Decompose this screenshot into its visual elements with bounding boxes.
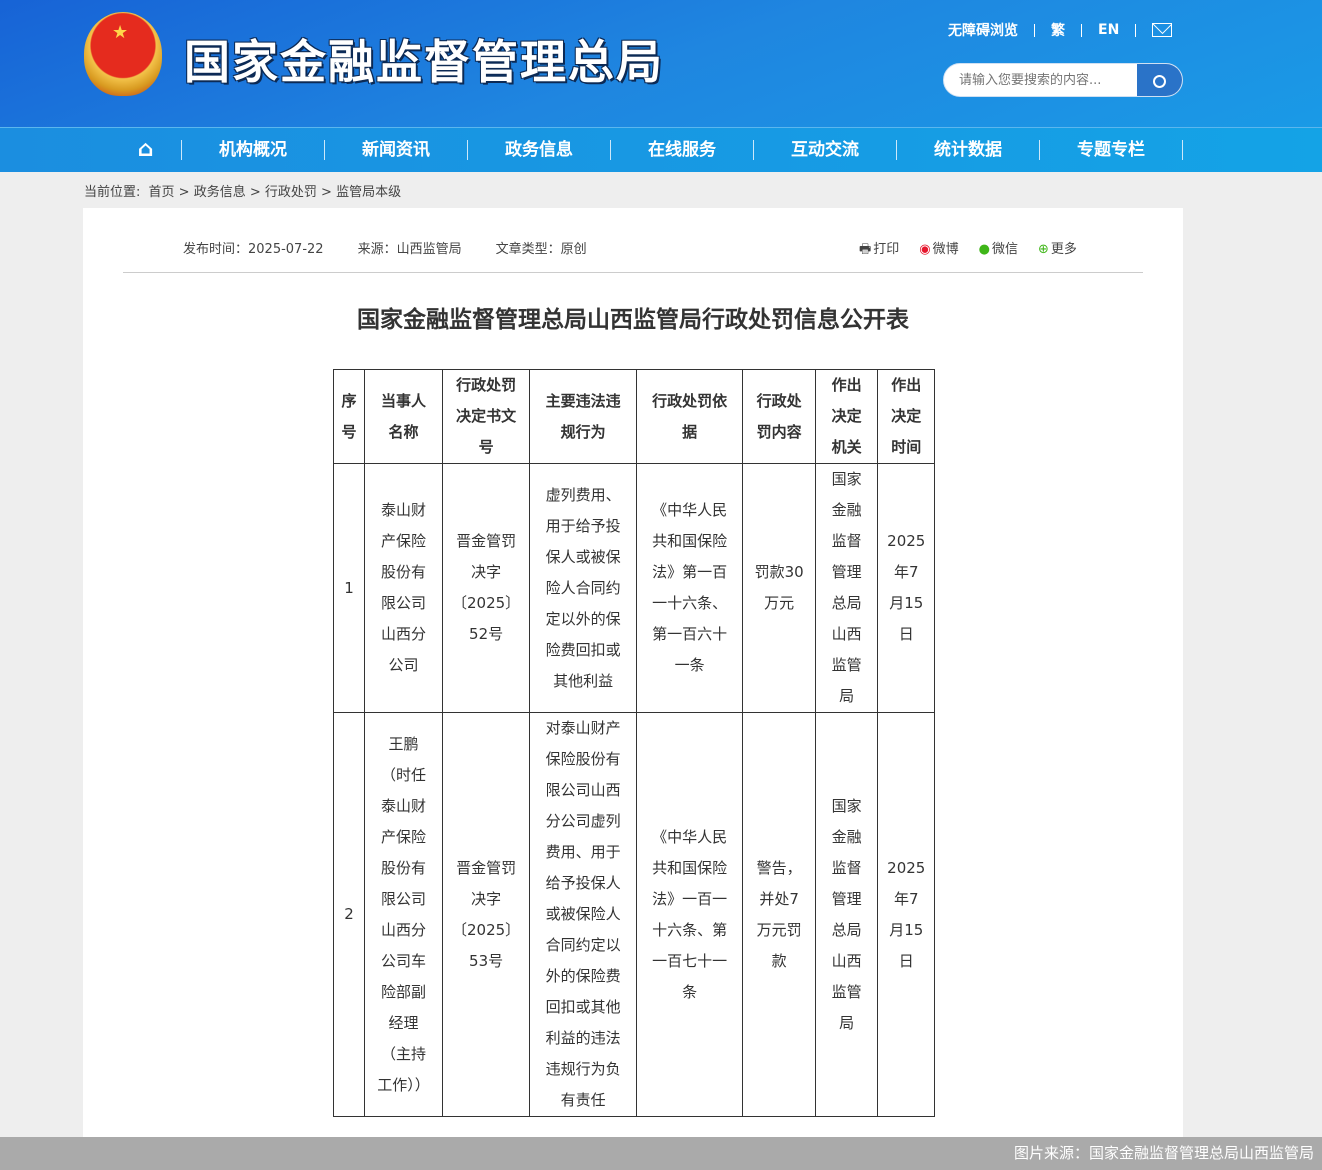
- source: 来源：山西监管局: [357, 242, 462, 257]
- article-title: 国家金融监督管理总局山西监管局行政处罚信息公开表: [357, 307, 909, 333]
- cell: 1: [333, 463, 365, 713]
- cell: 2: [333, 712, 365, 1117]
- penalty-table: 序号 当事人名称 行政处罚决定书文号 主要违法违规行为 行政处罚依据 行政处罚内…: [333, 369, 936, 1117]
- home-icon[interactable]: ⌂: [110, 139, 182, 161]
- cell: 晋金管罚决字〔2025〕52号: [441, 463, 531, 713]
- breadcrumb-item[interactable]: 监管局本级: [336, 185, 401, 200]
- wechat-icon: ●: [978, 242, 990, 257]
- search-box: [943, 63, 1183, 97]
- more-label: 更多: [1050, 242, 1077, 257]
- cell: 罚款30万元: [742, 463, 817, 713]
- nav-item[interactable]: 互动交流: [754, 140, 897, 160]
- nav-item[interactable]: 统计数据: [897, 140, 1040, 160]
- main-nav: ⌂ 机构概况 新闻资讯 政务信息 在线服务 互动交流 统计数据 专题专栏: [0, 127, 1322, 172]
- divider: [123, 272, 1143, 273]
- cell: 国家金融监督管理总局山西监管局: [815, 712, 879, 1117]
- search-input[interactable]: [944, 64, 1139, 96]
- article: 发布时间：2025-07-22 来源：山西监管局 文章类型：原创 🖶 打印 ◉ 微博…: [83, 208, 1183, 1170]
- site-title[interactable]: 国家金融监督管理总局: [184, 26, 664, 92]
- table-row: 1 泰山财产保险股份有限公司山西分公司 晋金管罚决字〔2025〕52号 虚列费用…: [333, 463, 936, 713]
- mail-icon[interactable]: [1152, 23, 1173, 37]
- more-button[interactable]: ⊕ 更多: [1038, 238, 1077, 262]
- cell: 警告，并处7万元罚款: [742, 712, 817, 1117]
- nav-item[interactable]: 专题专栏: [1040, 140, 1183, 160]
- table-row: 2 王鹏（时任泰山财产保险股份有限公司山西分公司车险部副经理（主持工作）） 晋金…: [333, 712, 936, 1117]
- nav-item[interactable]: 在线服务: [611, 140, 754, 160]
- breadcrumb-item[interactable]: 政务信息: [194, 185, 246, 200]
- cell: 2025年7月15日: [877, 712, 936, 1117]
- accessible-browse-link[interactable]: 无障碍浏览: [948, 20, 1018, 40]
- column-header: 行政处罚依据: [636, 369, 744, 464]
- article-type: 文章类型：原创: [495, 242, 587, 257]
- column-header: 序号: [333, 369, 365, 464]
- image-source-caption: 图片来源：国家金融监督管理总局山西监管局: [0, 1137, 1322, 1170]
- traditional-chinese-link[interactable]: 繁: [1051, 20, 1065, 40]
- column-header: 作出决定时间: [877, 369, 936, 464]
- nav-item[interactable]: 机构概况: [182, 140, 325, 160]
- share-bar: 🖶 打印 ◉ 微博 ● 微信 ⊕ 更多: [859, 238, 1077, 262]
- plus-icon: ⊕: [1038, 242, 1049, 257]
- national-emblem-logo: ★: [84, 12, 162, 96]
- cell: 泰山财产保险股份有限公司山西分公司: [364, 463, 443, 713]
- cell: 2025年7月15日: [877, 463, 936, 713]
- table-header-row: 序号 当事人名称 行政处罚决定书文号 主要违法违规行为 行政处罚依据 行政处罚内…: [333, 369, 936, 464]
- wechat-label: 微信: [992, 242, 1019, 257]
- site-header: ★ 国家金融监督管理总局 无障碍浏览 繁 EN: [0, 0, 1322, 127]
- breadcrumb-label: 当前位置:: [84, 185, 141, 200]
- weibo-label: 微博: [932, 242, 959, 257]
- nav-item[interactable]: 政务信息: [468, 140, 611, 160]
- breadcrumb-item[interactable]: 首页: [149, 185, 175, 200]
- cell: 《中华人民共和国保险法》一百一十六条、第一百七十一条: [636, 712, 744, 1117]
- cell: 王鹏（时任泰山财产保险股份有限公司山西分公司车险部副经理（主持工作））: [364, 712, 443, 1117]
- nav-item[interactable]: 新闻资讯: [325, 140, 468, 160]
- print-label: 打印: [873, 242, 900, 257]
- printer-icon: 🖶: [859, 242, 872, 257]
- publish-date: 发布时间：2025-07-22: [183, 242, 324, 257]
- weibo-button[interactable]: ◉ 微博: [919, 238, 958, 262]
- column-header: 主要违法违规行为: [529, 369, 638, 464]
- print-button[interactable]: 🖶 打印: [859, 238, 899, 262]
- cell: 虚列费用、用于给予投保人或被保险人合同约定以外的保险费回扣或其他利益: [529, 463, 638, 713]
- article-meta: 发布时间：2025-07-22 来源：山西监管局 文章类型：原创: [183, 238, 587, 257]
- cell: 国家金融监督管理总局山西监管局: [815, 463, 879, 713]
- column-header: 当事人名称: [364, 369, 443, 464]
- breadcrumb: 当前位置: 首页 > 政务信息 > 行政处罚 > 监管局本级: [84, 185, 402, 200]
- column-header: 行政处罚决定书文号: [441, 369, 531, 464]
- wechat-button[interactable]: ● 微信: [979, 238, 1018, 262]
- search-icon: [1153, 74, 1166, 88]
- breadcrumb-item[interactable]: 行政处罚: [265, 185, 317, 200]
- search-button[interactable]: [1137, 64, 1182, 96]
- column-header: 行政处罚内容: [742, 369, 817, 464]
- top-links: 无障碍浏览 繁 EN: [948, 20, 1173, 40]
- weibo-icon: ◉: [919, 242, 931, 257]
- cell: 《中华人民共和国保险法》第一百一十六条、第一百六十一条: [636, 463, 744, 713]
- cell: 对泰山财产保险股份有限公司山西分公司虚列费用、用于给予投保人或被保险人合同约定以…: [529, 712, 638, 1117]
- column-header: 作出决定机关: [815, 369, 879, 464]
- cell: 晋金管罚决字〔2025〕53号: [441, 712, 531, 1117]
- english-link[interactable]: EN: [1098, 22, 1119, 38]
